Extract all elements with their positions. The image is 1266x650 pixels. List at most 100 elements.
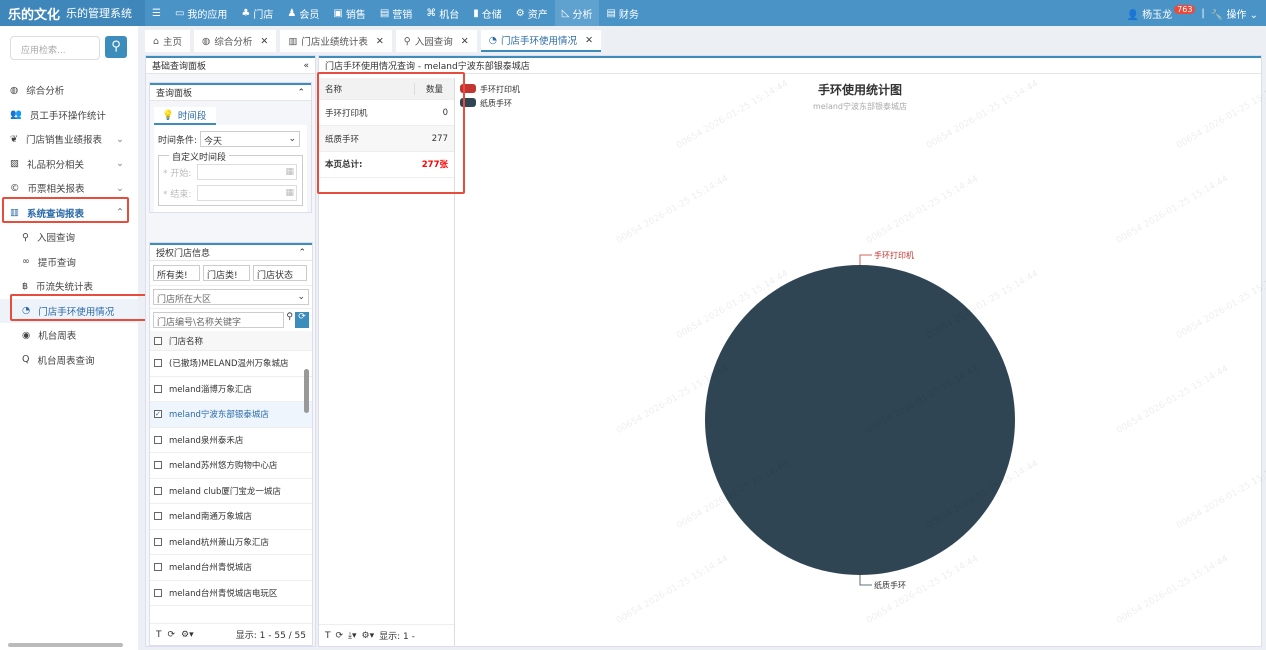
sidebar-item-3[interactable]: ▨ 礼品积分相关 ⌄ (0, 152, 138, 177)
start-date-input[interactable]: ▦ (197, 164, 297, 180)
end-label: * 结束: (163, 189, 192, 200)
nav-7[interactable]: ⚙ 资产 (509, 0, 555, 26)
nav-6[interactable]: ▮ 仓储 (466, 0, 509, 26)
store-row[interactable]: meland club厦门宝龙一城店 (150, 479, 312, 504)
text-format-icon[interactable]: T (156, 630, 162, 640)
app-search-input[interactable]: 应用检索... (10, 36, 100, 60)
store-row[interactable]: meland南通万象城店 (150, 504, 312, 530)
category-filter[interactable]: 所有类! (153, 265, 200, 281)
store-row[interactable]: meland台州青悦城店电玩区 (150, 581, 312, 606)
dashboard-icon: ◍ (10, 84, 19, 96)
text-format-icon[interactable]: T (325, 631, 331, 641)
user-area: 👤 杨玉龙 763 | 🔧 操作 ⌄ (1126, 4, 1258, 21)
nav-1[interactable]: ♣ 门店 (234, 0, 280, 26)
stores-panel: 授权门店信息 ⌃ 所有类! 门店类! 门店状态 门店所在大区 ⌄ 门店编号\名称关键… (149, 242, 313, 646)
sidebar-subitem-0[interactable]: ⚲ 入园查询 (0, 225, 138, 250)
nav-8[interactable]: ◺ 分析 (554, 0, 600, 26)
logo[interactable]: 乐的文化 乐的管理系统 (0, 0, 145, 26)
select-all-checkbox[interactable] (154, 336, 162, 345)
legend-label[interactable]: 手环打印机 (480, 84, 520, 94)
store-type-filter[interactable]: 门店类! (203, 265, 250, 281)
store-status-filter[interactable]: 门店状态 (253, 265, 307, 281)
refresh-icon[interactable]: ⟳ (168, 630, 176, 640)
nav-2[interactable]: ♟ 会员 (280, 0, 326, 26)
store-row[interactable]: meland泉州泰禾店 (150, 428, 312, 453)
user-menu[interactable]: 👤 杨玉龙 (1127, 6, 1173, 21)
refresh-icon[interactable]: ⟳ (336, 631, 344, 641)
sidebar-item-2[interactable]: ❦ 门店销售业绩报表 ⌄ (0, 127, 138, 152)
row-checkbox[interactable]: ✓ (154, 410, 162, 419)
nav-icon: ▮ (473, 7, 479, 19)
row-checkbox[interactable] (154, 486, 162, 495)
highlight-box (10, 294, 148, 321)
row-checkbox[interactable] (154, 588, 162, 597)
nav-3[interactable]: ▣ 销售 (326, 0, 372, 26)
store-row[interactable]: meland杭州萧山万象汇店 (150, 530, 312, 555)
panel-title: 授权门店信息 (156, 249, 211, 259)
nav-0[interactable]: ▭ 我的应用 (168, 0, 234, 26)
column-header: 门店名称 (169, 336, 204, 347)
tab-3[interactable]: ⚲ 入园查询 ✕ (395, 30, 477, 52)
row-checkbox[interactable] (154, 512, 162, 521)
nav-5[interactable]: ⌘ 机台 (419, 0, 466, 26)
store-row[interactable]: (已撤场)MELAND温州万象城店 (150, 351, 312, 377)
close-icon[interactable]: ✕ (376, 36, 384, 47)
row-checkbox[interactable] (154, 359, 162, 368)
highlight-box (317, 72, 465, 194)
settings-icon[interactable]: ⚙▾ (181, 630, 194, 640)
sidebar-subitem-1[interactable]: ∞ 提币查询 (0, 250, 138, 275)
sidebar-item-1[interactable]: 👥 员工手环操作统计 (0, 103, 138, 128)
store-row[interactable]: meland台州青悦城店 (150, 555, 312, 581)
store-row[interactable]: meland淄博万象汇店 (150, 377, 312, 402)
row-checkbox[interactable] (154, 563, 162, 572)
menu-toggle-icon[interactable]: ☰ (145, 0, 168, 26)
search-button[interactable]: ⚲ (105, 36, 127, 58)
store-row[interactable]: meland苏州悠方购物中心店 (150, 453, 312, 479)
refresh-button[interactable]: ⟳ (295, 312, 309, 328)
tab-2[interactable]: ▥ 门店业绩统计表 ✕ (280, 30, 392, 52)
nav-icon: ▤ (379, 7, 390, 19)
chart-title: 手环使用统计图 (818, 82, 902, 97)
end-date-input[interactable]: ▦ (197, 185, 297, 201)
row-checkbox[interactable] (154, 537, 162, 546)
collapse-icon[interactable]: « (303, 61, 309, 71)
list-scrollbar[interactable] (304, 369, 309, 413)
table-header: 门店名称 (150, 331, 312, 351)
store-row[interactable]: ✓ meland宁波东部银泰城店 (150, 402, 312, 428)
collapse-icon[interactable]: ⌃ (297, 88, 305, 98)
close-icon[interactable]: ✕ (585, 35, 593, 46)
row-checkbox[interactable] (154, 461, 162, 470)
main-nav: ☰ ▭ 我的应用 ♣ 门店 ♟ 会员 ▣ 销售 ▤ 营销 ⌘ 机台 ▮ 仓储 ⚙ 资产 ◺ 分析 ▤ 财务 (145, 0, 646, 26)
collapse-icon[interactable]: ⌃ (298, 248, 306, 258)
nav-9[interactable]: ▤ 财务 (599, 0, 645, 26)
pager-info: 显示: 1 - (379, 632, 415, 642)
sidebar-subitem-5[interactable]: Q 机台周表查询 (0, 348, 138, 373)
sidebar-item-0[interactable]: ◍ 综合分析 (0, 78, 138, 103)
nav-icon: ◺ (561, 7, 570, 19)
row-checkbox[interactable] (154, 435, 162, 444)
tab-icon: ◔ (488, 34, 498, 46)
coin-icon: ∞ (22, 256, 30, 268)
tab-4[interactable]: ◔ 门店手环使用情况 ✕ (480, 30, 602, 52)
sidebar-subitem-4[interactable]: ◉ 机台周表 (0, 323, 138, 348)
close-icon[interactable]: ✕ (260, 36, 268, 47)
legend-label[interactable]: 纸质手环 (480, 98, 512, 108)
tab-1[interactable]: ◍ 综合分析 ✕ (194, 30, 277, 52)
sidebar-scrollbar[interactable] (8, 643, 123, 647)
tab-time-period[interactable]: 💡 时间段 (154, 107, 216, 125)
tab-0[interactable]: ⌂ 主页 (145, 30, 191, 52)
nav-icon: ♣ (241, 7, 251, 19)
chevron-icon: ⌄ (116, 158, 124, 170)
close-icon[interactable]: ✕ (461, 36, 469, 47)
panel-title: 基础查询面板 (152, 62, 207, 72)
nav-4[interactable]: ▤ 营销 (373, 0, 419, 26)
time-condition-select[interactable]: 今天 ⌄ (200, 131, 301, 147)
region-select[interactable]: 门店所在大区 ⌄ (153, 289, 309, 305)
settings-icon[interactable]: ⚙▾ (362, 631, 375, 641)
download-icon[interactable]: ⤓▾ (348, 631, 357, 641)
row-checkbox[interactable] (154, 384, 162, 393)
search-icon[interactable]: ⚲ (286, 312, 293, 328)
operations-menu[interactable]: 🔧 操作 ⌄ (1211, 6, 1258, 21)
notification-badge[interactable]: 763 (1174, 4, 1196, 14)
store-keyword-input[interactable]: 门店编号\名称关键字 (153, 312, 285, 328)
